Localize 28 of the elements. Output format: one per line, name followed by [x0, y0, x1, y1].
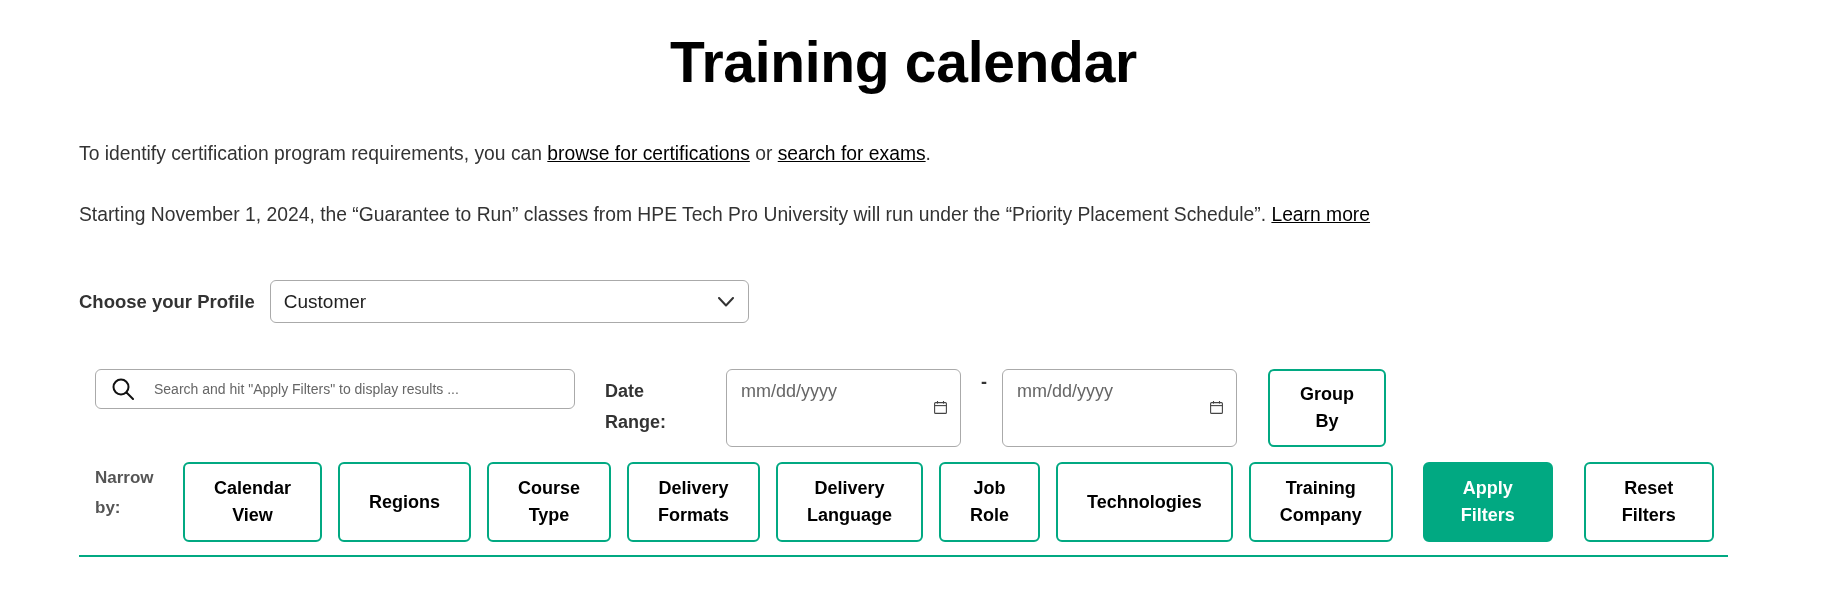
date-range-label: Date Range:: [605, 380, 667, 434]
filter-button[interactable]: Job Role: [939, 462, 1041, 542]
intro-paragraph: To identify certification program requirements, you can browse for certifications or search for exams.: [79, 142, 931, 166]
narrow-by-label: Narrow by:: [95, 467, 155, 519]
calendar-icon[interactable]: [934, 401, 947, 414]
start-date-field[interactable]: mm/dd/yyyy: [726, 369, 961, 447]
chevron-down-icon: [717, 296, 734, 307]
filter-button[interactable]: Regions: [338, 462, 472, 542]
calendar-icon[interactable]: [1210, 401, 1223, 414]
profile-label: Choose your Profile: [79, 290, 255, 313]
search-icon: [112, 378, 134, 400]
page-title: Training calendar: [670, 29, 1137, 96]
end-date-field[interactable]: mm/dd/yyyy: [1002, 369, 1237, 447]
profile-dropdown[interactable]: Customer: [269, 280, 749, 323]
filter-button[interactable]: Delivery Language: [776, 462, 924, 542]
filter-button[interactable]: Technologies: [1056, 462, 1233, 542]
filter-button[interactable]: Calendar View: [183, 462, 323, 542]
filter-button[interactable]: Delivery Formats: [627, 462, 761, 542]
inline-link[interactable]: browse for certifications: [547, 143, 750, 164]
reset-filters-button[interactable]: Reset Filters: [1583, 462, 1714, 542]
range-separator: -: [981, 372, 987, 393]
filter-button[interactable]: Training Company: [1248, 462, 1393, 542]
inline-link[interactable]: search for exams: [777, 143, 926, 164]
intro-paragraph: Starting November 1, 2024, the “Guarantee to Run” classes from HPE Tech Pro University will run under the “Priority Placement Schedule”. Learn more: [79, 203, 1370, 227]
search-field[interactable]: Search and hit "Apply Filters" to display results ...: [95, 369, 575, 409]
inline-link[interactable]: Learn more: [1271, 204, 1370, 225]
filter-button[interactable]: Course Type: [487, 462, 612, 542]
group-by-button[interactable]: Group By: [1268, 369, 1386, 447]
